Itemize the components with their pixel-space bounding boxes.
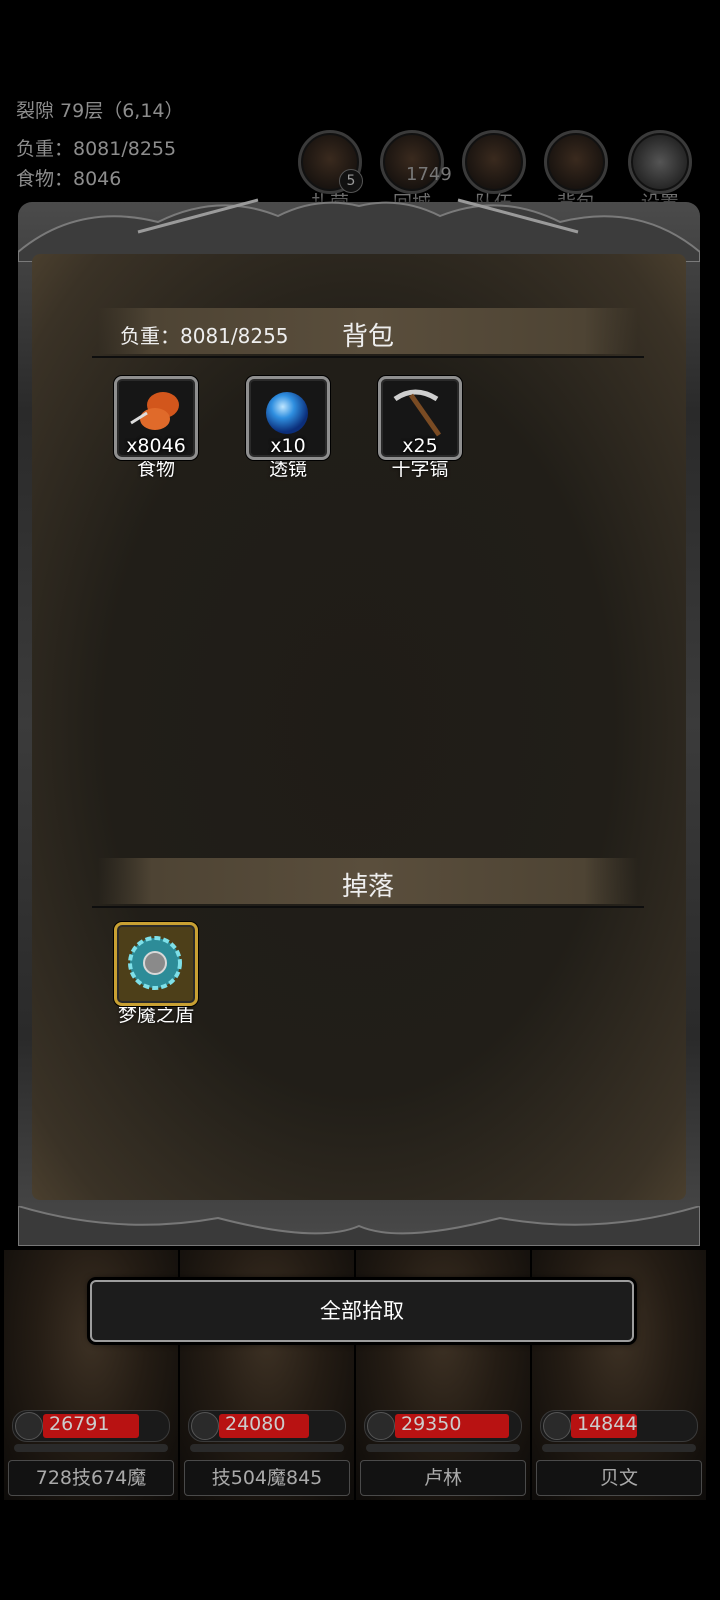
sword-icon [191, 1412, 219, 1440]
backpack-header: 负重：8081/8255 背包 [92, 308, 644, 358]
hp-bar: 29350 [364, 1410, 522, 1442]
shield-icon [128, 936, 182, 990]
mp-bar [366, 1444, 520, 1452]
hp-value: 14844 [577, 1413, 638, 1435]
divider [92, 356, 644, 358]
hp-value: 24080 [225, 1413, 286, 1435]
backpack-title: 背包 [341, 322, 394, 352]
location-label: 裂隙 79层（6,14） [16, 100, 184, 122]
ornate-footer [18, 1206, 700, 1246]
hero-name: 卢林 [360, 1460, 526, 1496]
hp-bar: 24080 [188, 1410, 346, 1442]
hp-value: 29350 [401, 1413, 462, 1435]
backpack-item-food[interactable]: x8046 食物 [114, 376, 198, 481]
backpack-panel: 负重：8081/8255 背包 x8046 食物 x10 透镜 x25 十字镐 … [18, 198, 700, 1246]
drops-title: 掉落 [341, 872, 394, 902]
hp-value: 26791 [49, 1413, 110, 1435]
drop-item-shield[interactable]: 梦魇之盾 [114, 922, 198, 1027]
item-quantity: x25 [402, 435, 438, 457]
drops-header: 掉落 [92, 858, 644, 908]
hero-name: 728技674魔 [8, 1460, 174, 1496]
food-label: 食物：8046 [16, 168, 122, 190]
return-town-count: 1749 [406, 164, 452, 185]
backpack-icon [544, 130, 608, 194]
item-quantity: x8046 [126, 435, 186, 457]
ornate-crest [18, 198, 700, 262]
item-quantity: x10 [270, 435, 306, 457]
campfire-icon: 5 [298, 130, 363, 194]
mp-bar [14, 1444, 168, 1452]
hero-name: 技504魔845 [184, 1460, 350, 1496]
hp-bar: 26791 [12, 1410, 170, 1442]
mp-bar [542, 1444, 696, 1452]
hero-name: 贝文 [536, 1460, 702, 1496]
sword-icon [543, 1412, 571, 1440]
backpack-item-lens[interactable]: x10 透镜 [246, 376, 330, 481]
mp-bar [190, 1444, 344, 1452]
weight-label: 负重：8081/8255 [16, 138, 177, 160]
gear-icon [628, 130, 692, 194]
pickup-all-button[interactable]: 全部拾取 [90, 1280, 634, 1342]
hp-bar: 14844 [540, 1410, 698, 1442]
sword-icon [367, 1412, 395, 1440]
camp-badge: 5 [339, 169, 363, 193]
banner-icon [462, 130, 526, 194]
sword-icon [15, 1412, 43, 1440]
backpack-item-pickaxe[interactable]: x25 十字镐 [378, 376, 462, 481]
divider [92, 906, 644, 908]
